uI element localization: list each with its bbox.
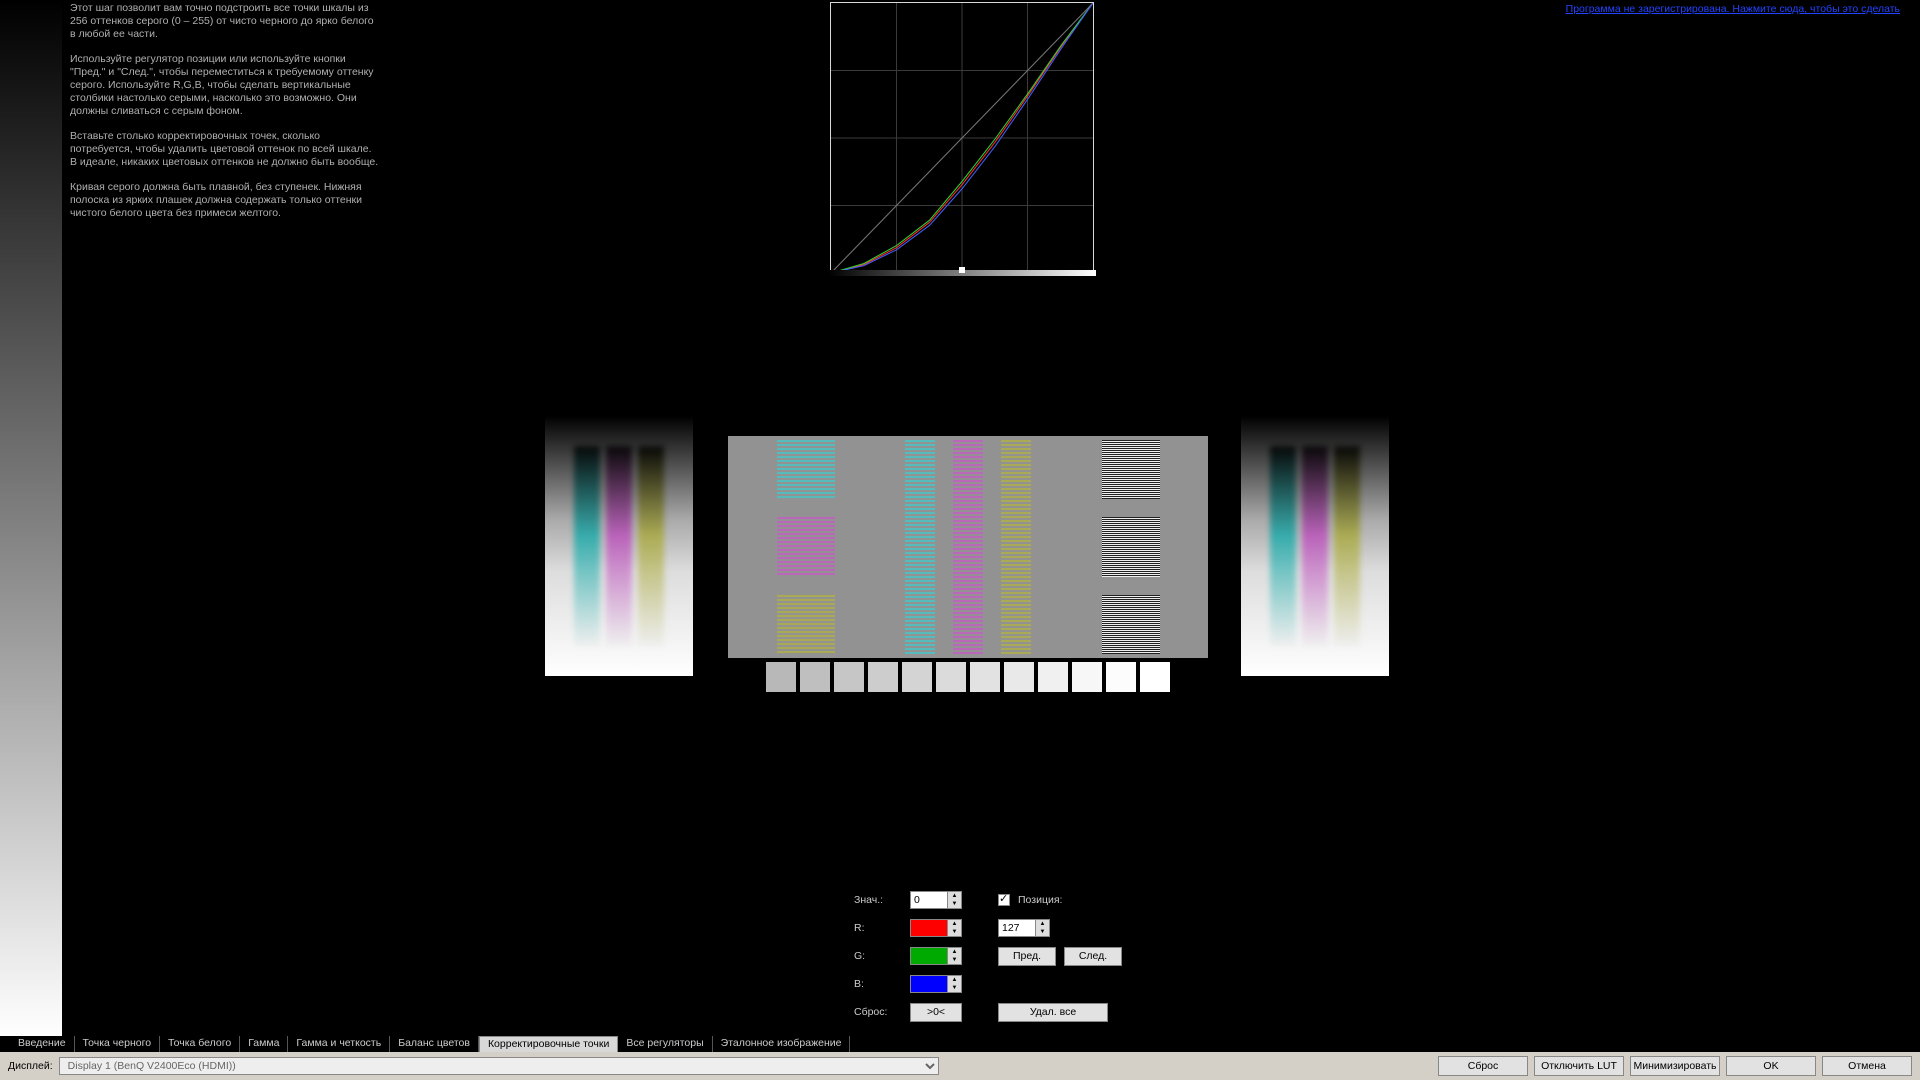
white-swatch-11 [1140,662,1170,692]
instruction-p4: Кривая серого должна быть плавной, без с… [70,181,380,220]
instruction-p3: Вставьте столько корректировочных точек,… [70,130,380,169]
test-panel-gray [728,436,1208,658]
g-input[interactable] [911,948,947,964]
curve-position-marker[interactable] [959,267,965,273]
tab-8[interactable]: Эталонное изображение [713,1036,851,1052]
block-gray-3 [1102,595,1160,654]
r-label: R: [854,922,910,934]
b-input[interactable] [911,976,947,992]
preview-bar-yellow-r [1334,446,1360,646]
white-swatch-8 [1038,662,1068,692]
tab-3[interactable]: Гамма [240,1036,288,1052]
block-gray-2 [1102,517,1160,576]
pos-down-icon[interactable]: ▼ [1036,928,1049,936]
left-grayscale-gradient [0,0,62,1038]
preview-bar-cyan [574,446,600,646]
display-select[interactable]: Display 1 (BenQ V2400Eco (HDMI)) [59,1057,939,1075]
tab-6[interactable]: Корректировочные точки [479,1036,618,1052]
tab-1[interactable]: Точка черного [75,1036,160,1052]
position-spinner[interactable]: ▲▼ [998,919,1050,937]
instruction-p2: Используйте регулятор позиции или исполь… [70,53,380,118]
tab-5[interactable]: Баланс цветов [390,1036,479,1052]
preview-panel-light [1241,416,1389,676]
white-swatch-2 [834,662,864,692]
preview-panel-dark [545,416,693,676]
cancel-button[interactable]: Отмена [1822,1056,1912,1076]
column-magenta [953,440,983,654]
block-magenta [777,517,835,576]
ok-button[interactable]: OK [1726,1056,1816,1076]
block-cyan [777,440,835,499]
white-swatch-3 [868,662,898,692]
white-swatch-10 [1106,662,1136,692]
preview-bar-yellow [638,446,664,646]
r-spinner[interactable]: ▲▼ [910,919,962,937]
b-up-icon[interactable]: ▲ [948,976,961,984]
white-swatch-1 [800,662,830,692]
reset-point-button[interactable]: >0< [910,1003,962,1022]
value-down-icon[interactable]: ▼ [948,900,961,908]
tab-4[interactable]: Гамма и четкость [288,1036,390,1052]
reset-button[interactable]: Сброс [1438,1056,1528,1076]
instructions-panel: Этот шаг позволит вам точно подстроить в… [70,2,380,232]
tab-7[interactable]: Все регуляторы [618,1036,712,1052]
b-spinner[interactable]: ▲▼ [910,975,962,993]
instruction-p1: Этот шаг позволит вам точно подстроить в… [70,2,380,41]
value-spinner[interactable]: ▲▼ [910,891,962,909]
registration-link[interactable]: Программа не зарегистрирована. Нажмите с… [1566,3,1900,15]
b-label: B: [854,978,910,990]
pos-up-icon[interactable]: ▲ [1036,920,1049,928]
position-input[interactable] [999,920,1035,936]
column-cyan [905,440,935,654]
prev-button[interactable]: Пред. [998,947,1056,966]
white-swatch-7 [1004,662,1034,692]
block-yellow [777,595,835,654]
reset-label: Сброс: [854,1006,910,1018]
g-down-icon[interactable]: ▼ [948,956,961,964]
g-spinner[interactable]: ▲▼ [910,947,962,965]
r-up-icon[interactable]: ▲ [948,920,961,928]
value-label: Знач.: [854,894,910,906]
tone-curve-graph[interactable] [830,2,1094,274]
minimize-button[interactable]: Минимизировать [1630,1056,1720,1076]
white-swatch-5 [936,662,966,692]
tab-0[interactable]: Введение [10,1036,75,1052]
white-swatch-4 [902,662,932,692]
position-checkbox[interactable] [998,894,1010,906]
column-yellow [1001,440,1031,654]
tab-2[interactable]: Точка белого [160,1036,240,1052]
delete-all-button[interactable]: Удал. все [998,1003,1108,1022]
block-gray-1 [1102,440,1160,499]
value-input[interactable] [911,892,947,908]
position-label: Позиция: [1018,894,1062,906]
preview-bar-magenta [606,446,632,646]
disable-lut-button[interactable]: Отключить LUT [1534,1056,1624,1076]
b-down-icon[interactable]: ▼ [948,984,961,992]
tabbar: ВведениеТочка черногоТочка белогоГаммаГа… [0,1036,1920,1052]
g-up-icon[interactable]: ▲ [948,948,961,956]
white-swatch-9 [1072,662,1102,692]
g-label: G: [854,950,910,962]
r-down-icon[interactable]: ▼ [948,928,961,936]
footer-bar: Дисплей: Display 1 (BenQ V2400Eco (HDMI)… [0,1052,1920,1080]
white-swatch-0 [766,662,796,692]
next-button[interactable]: След. [1064,947,1122,966]
controls-panel: Знач.: ▲▼ Позиция: R: ▲▼ ▲▼ [854,886,1122,1026]
r-input[interactable] [911,920,947,936]
preview-bar-magenta-r [1302,446,1328,646]
white-swatch-6 [970,662,1000,692]
display-label: Дисплей: [8,1060,53,1072]
value-up-icon[interactable]: ▲ [948,892,961,900]
white-swatch-strip [766,662,1170,692]
registration-link-wrap: Программа не зарегистрирована. Нажмите с… [1566,3,1900,15]
preview-bar-cyan-r [1270,446,1296,646]
